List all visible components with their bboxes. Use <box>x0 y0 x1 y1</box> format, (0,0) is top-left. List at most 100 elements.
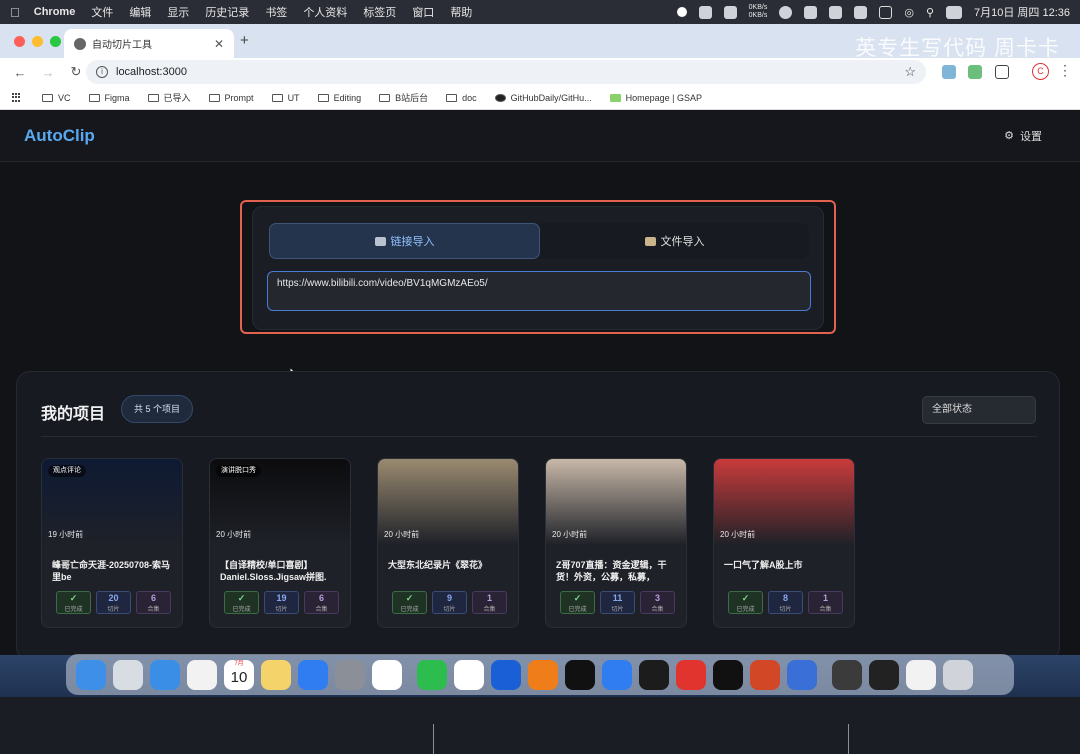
search-icon[interactable]: ⚲ <box>926 6 934 19</box>
menu-item-help[interactable]: 帮助 <box>450 4 472 20</box>
control-center-icon[interactable] <box>946 5 962 19</box>
window-status-icon[interactable] <box>854 5 868 19</box>
wechat-icon[interactable] <box>417 659 447 690</box>
extension-icon-2[interactable] <box>968 65 982 79</box>
status-filter-select[interactable]: 全部状态 <box>922 396 1036 424</box>
minimize-window-button[interactable] <box>32 36 43 47</box>
forward-button[interactable]: → <box>40 65 56 80</box>
bookmark-gsap[interactable]: Homepage | GSAP <box>609 93 702 103</box>
qq-icon[interactable] <box>713 659 743 690</box>
menu-item-view[interactable]: 显示 <box>167 4 189 20</box>
bookmark-editing[interactable]: Editing <box>317 93 361 103</box>
sublime-icon[interactable] <box>528 659 558 690</box>
wifi-icon[interactable]: ◎ <box>904 6 914 19</box>
clips-count: 9 切片 <box>432 591 467 614</box>
screenshot-stack-icon[interactable] <box>832 659 862 690</box>
app-store-icon[interactable] <box>298 659 328 690</box>
bookmark-vc[interactable]: VC <box>42 93 71 103</box>
calendar-day: 10 <box>230 668 248 686</box>
project-card[interactable]: 20 小时前 大型东北纪录片《翠花》 ✓ 已完成 9 切片 1 合集 <box>377 458 519 628</box>
menu-item-history[interactable]: 历史记录 <box>205 4 249 20</box>
address-bar[interactable]: i localhost:3000 ☆ <box>86 60 926 84</box>
documents-stack-icon[interactable] <box>906 659 936 690</box>
safari-icon[interactable] <box>150 659 180 690</box>
menu-item-bookmarks[interactable]: 书签 <box>265 4 287 20</box>
close-window-button[interactable] <box>14 36 25 47</box>
downloads-stack-icon[interactable] <box>869 659 899 690</box>
reload-button[interactable]: ↻ <box>68 64 84 80</box>
photos-icon[interactable] <box>187 659 217 690</box>
project-card[interactable]: 20 小时前 一口气了解A股上市 ✓ 已完成 8 切片 1 合集 <box>713 458 855 628</box>
menu-app-name[interactable]: Chrome <box>34 6 76 18</box>
launchpad-icon[interactable] <box>113 659 143 690</box>
apple-icon[interactable]:  <box>10 5 20 20</box>
play-icon[interactable] <box>779 5 793 19</box>
tab-link-import[interactable]: 链接导入 <box>269 223 540 259</box>
clips-label: 切片 <box>779 607 792 613</box>
menu-item-tab[interactable]: 标签页 <box>363 4 396 20</box>
finder-icon[interactable] <box>76 659 106 690</box>
menu-item-file[interactable]: 文件 <box>91 4 113 20</box>
terminal-icon[interactable] <box>639 659 669 690</box>
menu-item-profiles[interactable]: 个人资料 <box>303 4 347 20</box>
calendar-icon[interactable]: 7月 10 <box>224 659 254 690</box>
settings-button[interactable]: ⚙ 设置 <box>1004 128 1042 144</box>
bookmark-bilibili-backend[interactable]: B站后台 <box>379 91 428 104</box>
notes-icon[interactable] <box>261 659 291 690</box>
project-card[interactable]: 20 小时前 Z哥707直播：资金逻辑，干货！外资，公募，私募， ✓ 已完成 11 切片 3… <box>545 458 687 628</box>
clips-count: 11 切片 <box>600 591 635 614</box>
profile-avatar[interactable]: C <box>1032 63 1049 80</box>
menu-item-window[interactable]: 窗口 <box>412 4 434 20</box>
extension-icon-1[interactable] <box>942 65 956 79</box>
powerpoint-icon[interactable] <box>750 659 780 690</box>
record-icon[interactable] <box>676 7 687 17</box>
bookmark-githubdaily[interactable]: GitHubDaily/GitHu... <box>494 93 592 103</box>
site-info-icon[interactable]: i <box>96 66 108 78</box>
app-logo[interactable]: AutoClip <box>24 126 95 146</box>
bookmark-imported[interactable]: 已导入 <box>147 91 191 104</box>
bookmark-label: 已导入 <box>163 93 191 103</box>
check-icon: ✓ <box>237 593 246 603</box>
mail-icon[interactable] <box>491 659 521 690</box>
close-tab-icon[interactable]: ✕ <box>214 37 224 51</box>
bookmark-star-icon[interactable]: ☆ <box>904 64 916 80</box>
browser-tab-active[interactable]: 自动切片工具 ✕ <box>64 29 234 58</box>
status-app-icon-2[interactable] <box>723 5 737 19</box>
calendar-month: 7月 <box>234 660 244 667</box>
system-settings-icon[interactable] <box>335 659 365 690</box>
netease-music-icon[interactable] <box>676 659 706 690</box>
autoclip-app: AutoClip ⚙ 设置 链接导入 文件导入 https://www.bili… <box>0 110 1080 655</box>
bookmark-figma[interactable]: Figma <box>88 93 130 103</box>
extensions-puzzle-icon[interactable] <box>995 65 1009 79</box>
bookmark-ut[interactable]: UT <box>271 93 300 103</box>
s-status-icon[interactable] <box>879 5 893 19</box>
wechat-status-icon[interactable] <box>829 5 843 19</box>
back-button[interactable]: ← <box>12 65 28 80</box>
trash-icon[interactable] <box>943 659 973 690</box>
bookmark-prompt[interactable]: Prompt <box>208 93 254 103</box>
project-card[interactable]: 观点评论 19 小时前 峰哥亡命天涯-20250708-索马里be ✓ 已完成 20 切片 6… <box>41 458 183 628</box>
chatgpt-icon[interactable] <box>454 659 484 690</box>
menu-dots-icon[interactable]: ⋮ <box>1058 62 1072 79</box>
apps-grid-icon[interactable] <box>12 92 22 103</box>
bookmark-doc[interactable]: doc <box>446 93 477 103</box>
clips-count: 20 切片 <box>96 591 131 614</box>
chrome-icon[interactable] <box>372 659 402 690</box>
quickq-icon[interactable] <box>602 659 632 690</box>
menu-item-edit[interactable]: 编辑 <box>129 4 151 20</box>
status-app-icon[interactable] <box>698 5 712 19</box>
video-url-input[interactable]: https://www.bilibili.com/video/BV1qMGMzA… <box>267 271 811 311</box>
maximize-window-button[interactable] <box>50 36 61 47</box>
network-speed: 0KB/s 0KB/s <box>749 4 768 20</box>
chat-status-icon[interactable] <box>804 5 818 19</box>
address-url[interactable]: localhost:3000 <box>116 66 187 78</box>
project-card[interactable]: 演讲脱口秀 20 小时前 【自译精校/单口喜剧】Daniel.Sloss.Jigsa… <box>209 458 351 628</box>
new-tab-button[interactable]: + <box>240 32 249 49</box>
cursor-icon[interactable] <box>565 659 595 690</box>
clock[interactable]: 7月10日 周四 12:36 <box>974 4 1070 20</box>
category-tag: 演讲脱口秀 <box>216 465 261 477</box>
tab-file-import[interactable]: 文件导入 <box>540 223 809 259</box>
status-label: 已完成 <box>736 607 755 613</box>
bookmark-label: doc <box>462 92 477 103</box>
quicktime-icon[interactable] <box>787 659 817 690</box>
